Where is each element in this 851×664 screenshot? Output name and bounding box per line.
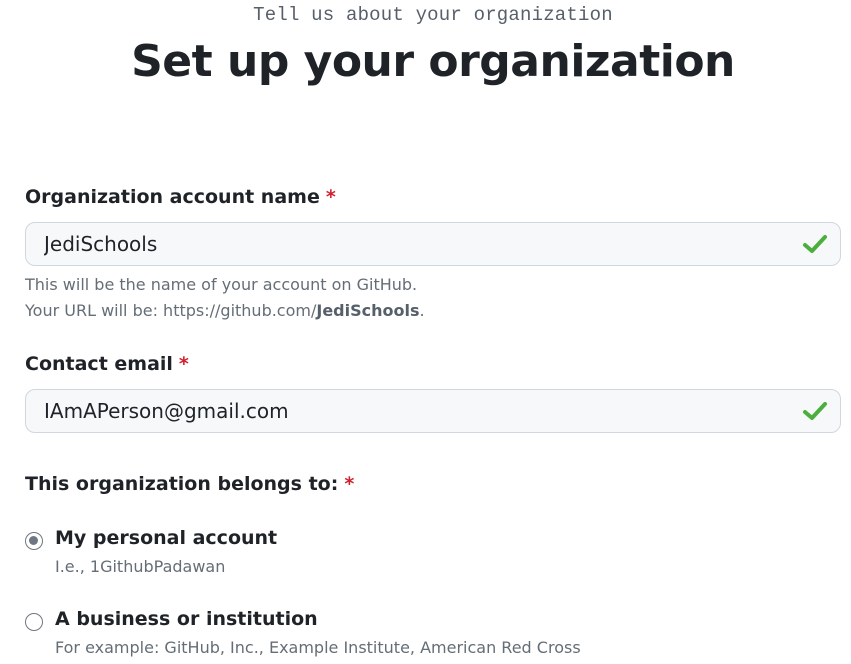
org-url-name: JediSchools (316, 301, 420, 320)
radio-label-personal[interactable]: My personal account (55, 527, 277, 549)
check-icon (803, 402, 827, 420)
belongs-to-label-text: This organization belongs to: (25, 473, 339, 495)
radio-button-personal[interactable] (25, 532, 43, 550)
radio-desc-personal: I.e., 1GithubPadawan (55, 557, 226, 576)
check-icon (803, 235, 827, 253)
email-label-text: Contact email (25, 353, 173, 375)
page-eyebrow: Tell us about your organization (253, 4, 613, 26)
org-url-suffix: . (419, 301, 425, 320)
org-name-input[interactable] (26, 223, 840, 265)
page-title: Set up your organization (131, 36, 735, 87)
radio-label-business[interactable]: A business or institution (55, 608, 318, 630)
required-marker: * (325, 186, 336, 208)
org-name-label-text: Organization account name (25, 186, 320, 208)
email-label: Contact email * (25, 353, 189, 375)
required-marker: * (178, 353, 189, 375)
org-name-hint: This will be the name of your account on… (25, 272, 425, 324)
email-input[interactable] (26, 390, 840, 432)
radio-button-business[interactable] (25, 613, 43, 631)
org-name-field[interactable] (25, 222, 841, 266)
belongs-to-label: This organization belongs to: * (25, 473, 354, 495)
org-url-prefix: Your URL will be: https://github.com/ (25, 301, 317, 320)
radio-desc-business: For example: GitHub, Inc., Example Insti… (55, 638, 581, 657)
required-marker: * (344, 473, 355, 495)
email-field[interactable] (25, 389, 841, 433)
org-name-label: Organization account name * (25, 186, 336, 208)
org-name-hint-line1: This will be the name of your account on… (25, 275, 418, 294)
org-setup-page: Tell us about your organization Set up y… (0, 0, 851, 664)
org-url-hint: Your URL will be: https://github.com/Jed… (25, 298, 425, 324)
